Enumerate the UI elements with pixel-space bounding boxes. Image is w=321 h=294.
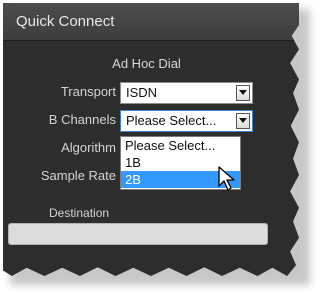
transport-label: Transport <box>60 84 116 99</box>
quick-connect-panel: Quick Connect Ad Hoc Dial Transport ISDN… <box>3 3 299 276</box>
screenshot-scene: Quick Connect Ad Hoc Dial Transport ISDN… <box>0 0 321 294</box>
section-title: Ad Hoc Dial <box>112 56 181 71</box>
b-channels-label: B Channels <box>48 112 116 127</box>
titlebar: Quick Connect <box>3 3 299 41</box>
destination-input[interactable] <box>8 223 268 245</box>
chevron-down-icon <box>239 118 247 123</box>
algorithm-label: Algorithm <box>61 140 116 155</box>
transport-dropdown-button[interactable] <box>236 85 250 101</box>
transport-value: ISDN <box>126 85 158 100</box>
dialog-title: Quick Connect <box>16 13 115 30</box>
mouse-pointer-icon <box>218 166 235 191</box>
b-channels-select[interactable]: Please Select... <box>120 110 253 132</box>
sample-rate-label: Sample Rate <box>40 168 116 183</box>
destination-label: Destination <box>49 206 110 220</box>
option-please-select[interactable]: Please Select... <box>121 137 240 154</box>
transport-select[interactable]: ISDN <box>120 82 253 104</box>
chevron-down-icon <box>239 90 247 95</box>
b-channels-value: Please Select... <box>126 113 217 128</box>
b-channels-dropdown-button[interactable] <box>236 113 250 129</box>
